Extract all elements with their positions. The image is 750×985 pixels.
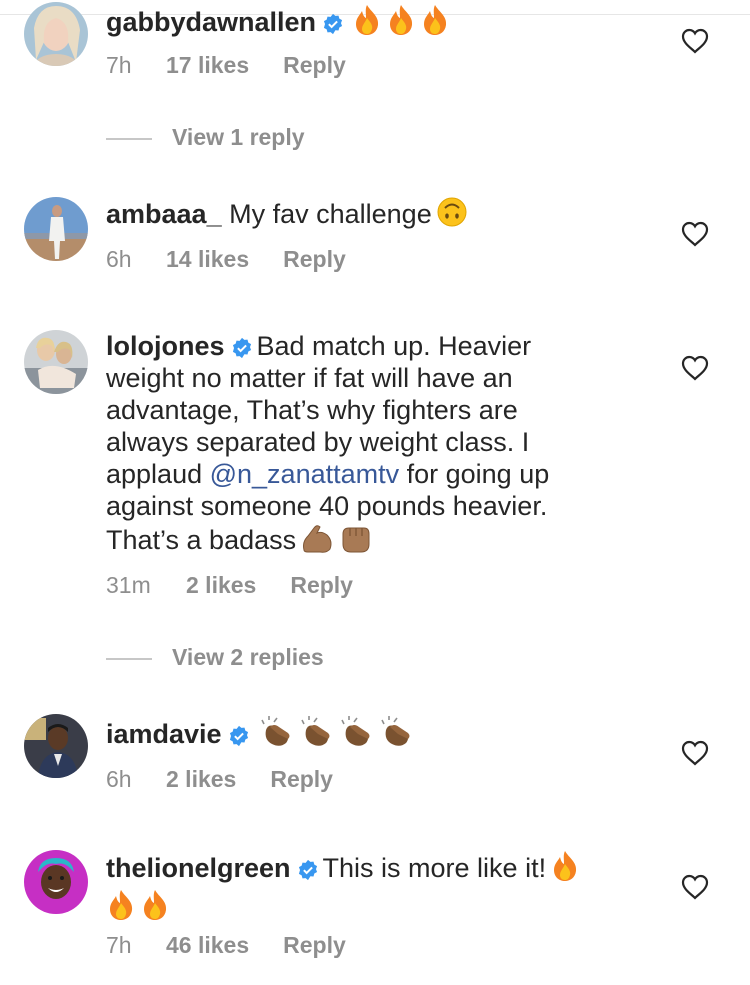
likes-count[interactable]: 46 likes [166, 932, 249, 959]
upside-down-face-emoji [436, 196, 468, 235]
username[interactable]: gabbydawnallen [106, 7, 316, 37]
comment-body: thelionelgreen This is more like it! [106, 850, 626, 928]
view-replies-button[interactable]: View 2 replies [106, 644, 324, 671]
reply-button[interactable]: Reply [290, 572, 353, 599]
comment-body: lolojones Bad match up. Heavier weight no… [106, 330, 606, 561]
heart-icon[interactable] [681, 355, 709, 381]
username[interactable]: lolojones [106, 331, 225, 361]
divider-dash [106, 137, 152, 140]
heart-icon[interactable] [681, 874, 709, 900]
heart-icon[interactable] [681, 221, 709, 247]
username[interactable]: thelionelgreen [106, 853, 291, 883]
username[interactable]: ambaaa_ [106, 199, 222, 229]
clapping-hands-emoji [378, 714, 414, 755]
comment-time: 31m [106, 572, 151, 598]
fist-emoji [338, 522, 372, 561]
verified-badge-icon [229, 725, 248, 747]
comment-body: gabbydawnallen [106, 4, 616, 43]
verified-badge-icon [323, 13, 343, 35]
heart-icon[interactable] [681, 28, 709, 54]
view-replies-button[interactable]: View 1 reply [106, 124, 305, 151]
verified-badge-icon [298, 859, 317, 881]
comment-time: 7h [106, 932, 132, 958]
fire-emoji [352, 4, 382, 43]
fire-emoji [140, 889, 170, 928]
comment-meta: 31m 2 likes Reply [106, 572, 353, 599]
divider-dash [106, 657, 152, 660]
comment-time: 6h [106, 766, 132, 792]
heart-icon[interactable] [681, 740, 709, 766]
comment-time: 6h [106, 246, 132, 272]
avatar[interactable] [24, 714, 88, 778]
likes-count[interactable]: 2 likes [166, 766, 236, 793]
avatar[interactable] [24, 850, 88, 914]
mention-link[interactable]: @n_zanattamtv [210, 459, 400, 489]
comment-text: My fav challenge [229, 199, 432, 229]
avatar[interactable] [24, 330, 88, 394]
comment-body: iamdavie [106, 714, 616, 755]
avatar[interactable] [24, 2, 88, 66]
clapping-hands-emoji [298, 714, 334, 755]
fire-emoji [386, 4, 416, 43]
reply-button[interactable]: Reply [283, 932, 346, 959]
fire-emoji [420, 4, 450, 43]
comment-meta: 6h 2 likes Reply [106, 766, 333, 793]
reply-button[interactable]: Reply [270, 766, 333, 793]
view-replies-label[interactable]: View 2 replies [172, 644, 324, 670]
fire-emoji [550, 850, 580, 889]
reply-button[interactable]: Reply [283, 246, 346, 273]
clapping-hands-emoji [338, 714, 374, 755]
comment-meta: 7h 46 likes Reply [106, 932, 346, 959]
username[interactable]: iamdavie [106, 719, 222, 749]
reply-button[interactable]: Reply [283, 52, 346, 79]
fire-emoji [106, 889, 136, 928]
likes-count[interactable]: 2 likes [186, 572, 256, 599]
comment-meta: 6h 14 likes Reply [106, 246, 346, 273]
comment-time: 7h [106, 52, 132, 78]
flexed-biceps-emoji [300, 522, 334, 561]
clapping-hands-emoji [258, 714, 294, 755]
avatar[interactable] [24, 197, 88, 261]
comment-body: ambaaa_ My fav challenge [106, 196, 616, 235]
verified-badge-icon [232, 337, 251, 359]
likes-count[interactable]: 14 likes [166, 246, 249, 273]
comment-meta: 7h 17 likes Reply [106, 52, 346, 79]
comment-text: This is more like it! [322, 853, 547, 883]
view-replies-label[interactable]: View 1 reply [172, 124, 305, 150]
likes-count[interactable]: 17 likes [166, 52, 249, 79]
